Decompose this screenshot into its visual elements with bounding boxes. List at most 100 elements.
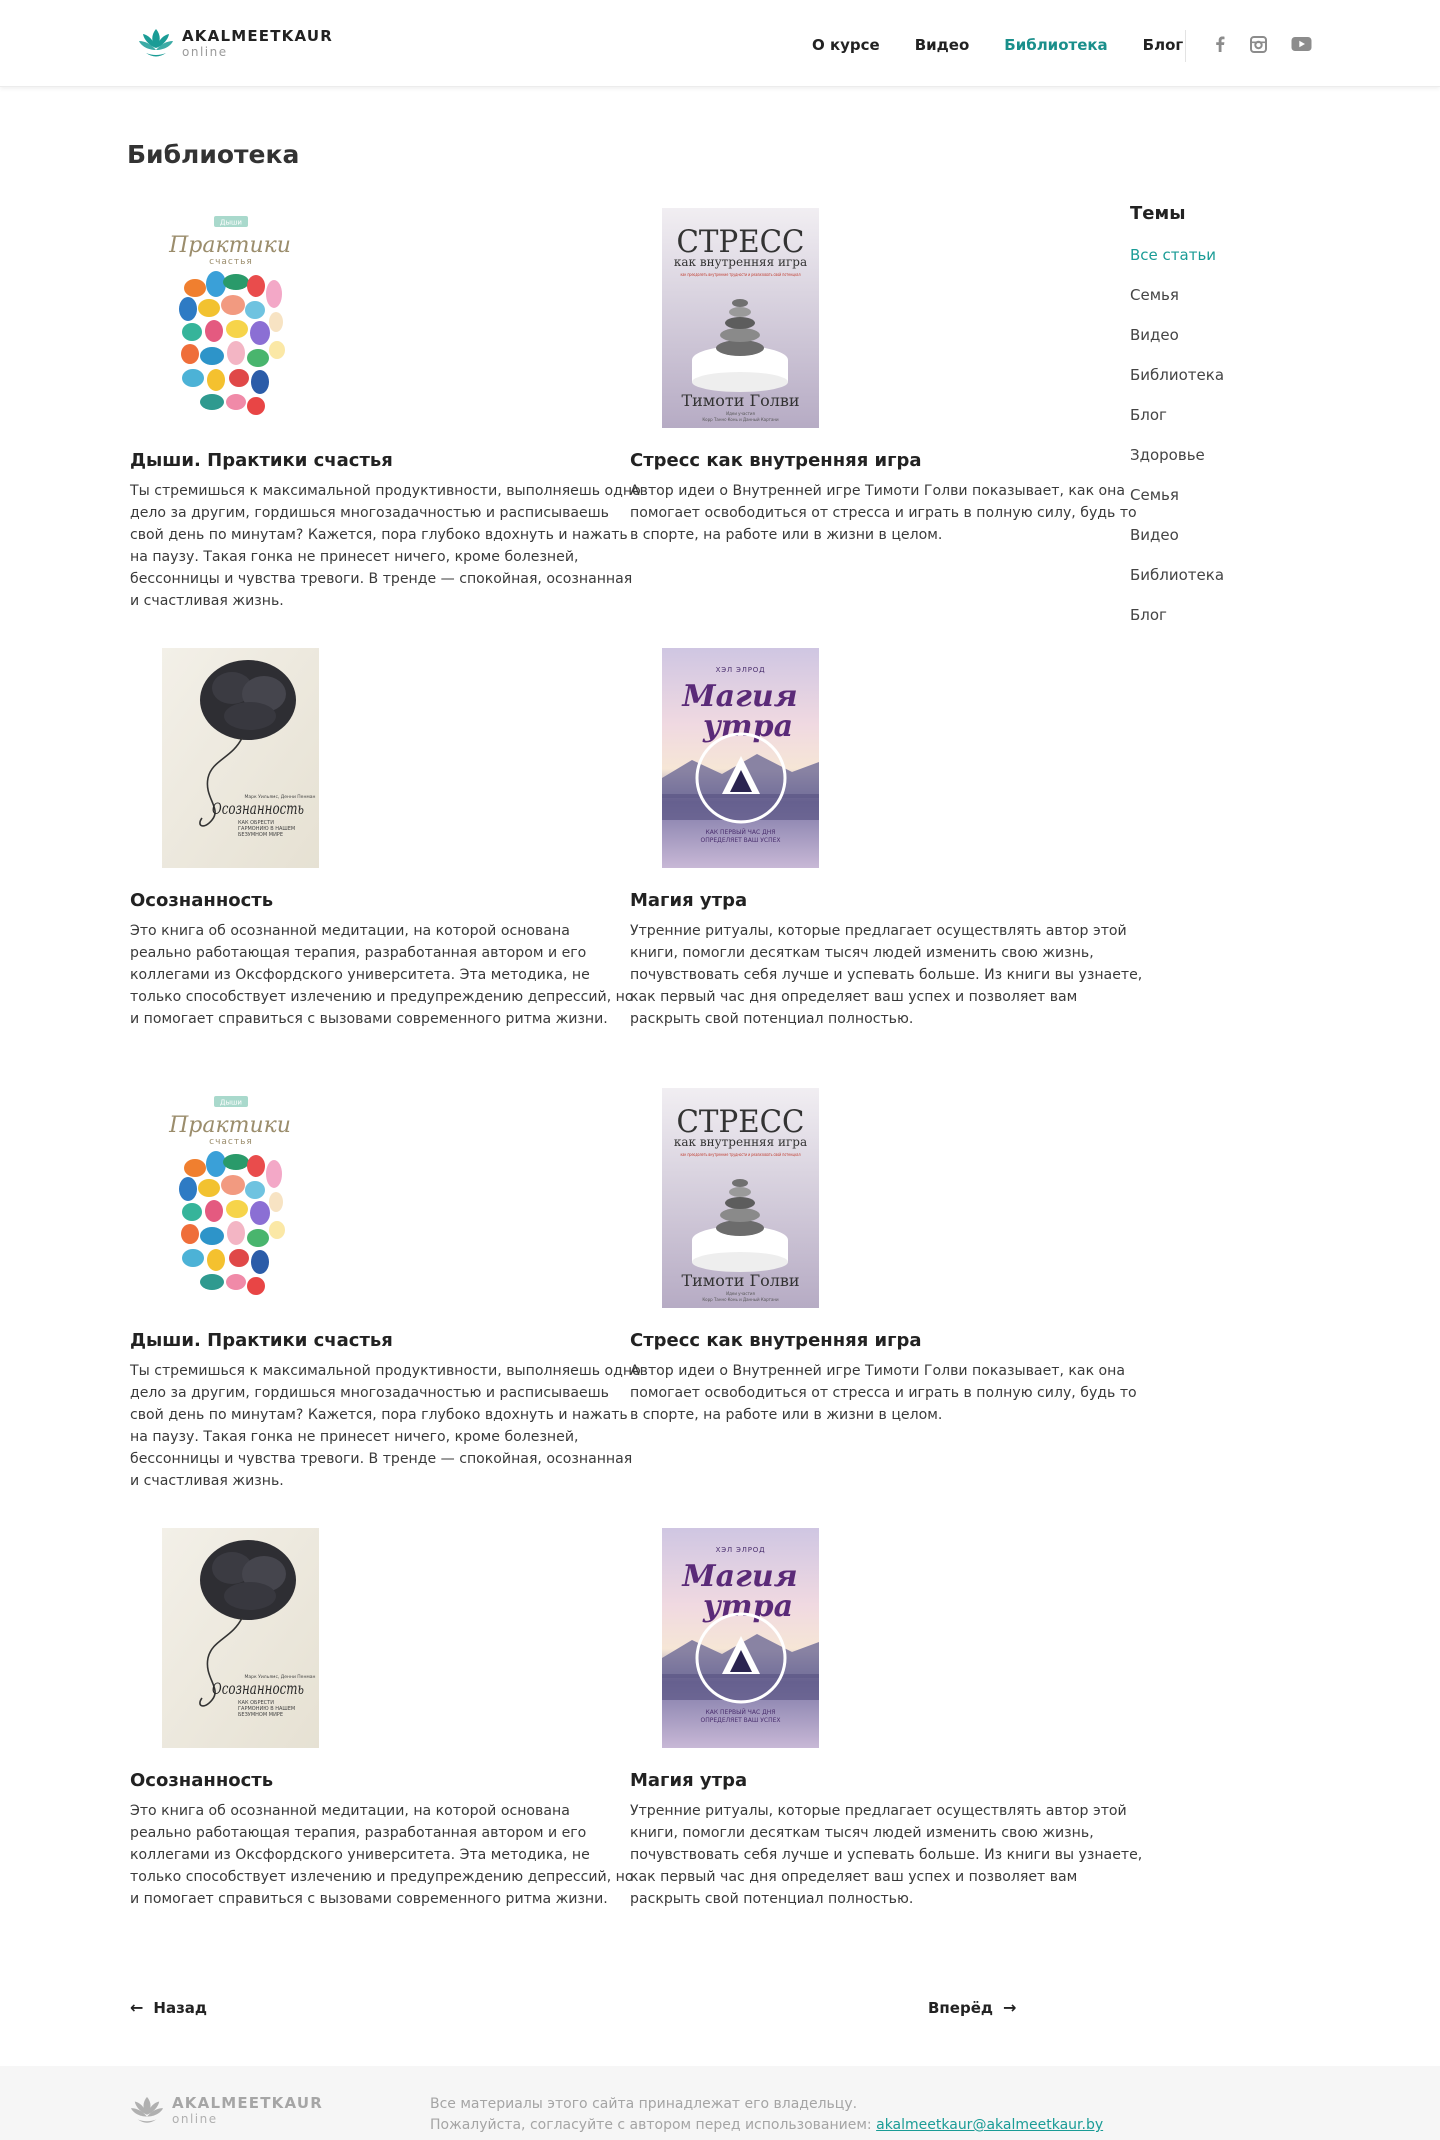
book-title[interactable]: Стресс как внутренняя игра: [630, 1330, 922, 1351]
main-nav: О курсе Видео Библиотека Блог: [812, 36, 1218, 54]
topic-item[interactable]: Видео: [1130, 326, 1179, 344]
book-description-line: свой день по минутам? Кажется, пора глуб…: [130, 1407, 628, 1423]
book-description-line: Утренние ритуалы, которые предлагает осу…: [630, 923, 1127, 939]
book-description: Это книга об осознанной медитации, на ко…: [130, 920, 634, 1030]
footer-email-link[interactable]: akalmeetkaur@akalmeetkaur.by: [876, 2117, 1103, 2133]
facebook-icon[interactable]: [1212, 36, 1228, 52]
cover-magiya-subtitle-2: ОПРЕДЕЛЯЕТ ВАШ УСПЕХ: [701, 837, 781, 844]
book-title[interactable]: Дыши. Практики счастья: [130, 1330, 393, 1351]
topic-item[interactable]: Здоровье: [1130, 446, 1205, 464]
book-description-line: и помогает справиться с вызовами совреме…: [130, 1891, 608, 1907]
nav-blog[interactable]: Блог: [1143, 36, 1184, 54]
cover-praktiki-subtitle: счастья: [209, 257, 253, 267]
topic-item[interactable]: Семья: [1130, 286, 1179, 304]
nav-about[interactable]: О курсе: [812, 36, 880, 54]
book-description-line: как первый час дня определяет ваш успех …: [630, 989, 1078, 1005]
cover-art-magiya: ХЭЛ ЭЛРОД Магия утра КАК ПЕРВЫЙ ЧАС ДНЯ …: [662, 648, 819, 868]
book-description-line: и помогает справиться с вызовами совреме…: [130, 1011, 608, 1027]
topic-item[interactable]: Библиотека: [1130, 566, 1224, 584]
book-title[interactable]: Осознанность: [130, 1770, 273, 1791]
book-description-line: книги, помогли десяткам тысяч людей изме…: [630, 1825, 1094, 1841]
cover-stress-tagline: как преодолеть внутренние трудности и ре…: [681, 272, 801, 277]
cover-praktiki-subtitle: счастья: [209, 1137, 253, 1147]
book-description-line: раскрыть свой потенциал полностью.: [630, 1011, 914, 1027]
book-title[interactable]: Стресс как внутренняя игра: [630, 450, 922, 471]
book-title[interactable]: Магия утра: [630, 1770, 747, 1791]
book-title[interactable]: Дыши. Практики счастья: [130, 450, 393, 471]
cover-osoznannost-subtitle: как обрести гармонию в нашем безумном ми…: [238, 820, 296, 838]
nav-divider: [1185, 30, 1186, 62]
footer-copyright: Все материалы этого сайта принадлежат ег…: [430, 2094, 1103, 2136]
book-description: Ты стремишься к максимальной продуктивно…: [130, 480, 641, 612]
footer-logo-name: AKALMEETKAUR: [172, 2093, 323, 2112]
logo-name: AKALMEETKAUR: [182, 26, 333, 45]
book-cover-magiya[interactable]: ХЭЛ ЭЛРОД Магия утра КАК ПЕРВЫЙ ЧАС ДНЯ …: [662, 1528, 819, 1748]
topic-item[interactable]: Библиотека: [1130, 366, 1224, 384]
cover-magiya-title-2: утра: [702, 709, 793, 744]
book-description-line: помогает освободиться от стресса и играт…: [630, 505, 1137, 521]
book-description-line: почувствовать себя лучше и успевать боль…: [630, 967, 1143, 983]
topic-item[interactable]: Видео: [1130, 526, 1179, 544]
site-header: AKALMEETKAUR online О курсе Видео Библио…: [0, 0, 1440, 87]
book-cover-praktiki[interactable]: Дыши Практики счастья: [152, 1088, 309, 1308]
footer-line-2: Пожалуйста, согласуйте с автором перед и…: [430, 2115, 1103, 2136]
topics-title: Темы: [1130, 203, 1186, 224]
footer-logo[interactable]: AKALMEETKAUR online: [130, 2094, 323, 2126]
topic-item[interactable]: Все статьи: [1130, 246, 1216, 264]
cover-magiya-author: ХЭЛ ЭЛРОД: [716, 1546, 766, 1554]
book-description-line: как первый час дня определяет ваш успех …: [630, 1869, 1078, 1885]
book-description-line: Утренние ритуалы, которые предлагает осу…: [630, 1803, 1127, 1819]
instagram-icon[interactable]: [1249, 36, 1267, 53]
cover-stress-tagline: как преодолеть внутренние трудности и ре…: [681, 1152, 801, 1157]
cover-magiya-author: ХЭЛ ЭЛРОД: [716, 666, 766, 674]
book-description-line: Это книга об осознанной медитации, на ко…: [130, 1803, 570, 1819]
book-title[interactable]: Магия утра: [630, 890, 747, 911]
cover-stress-credit2: Корр Таннс·Конь и Данный Картани: [702, 1297, 779, 1302]
cover-osoznannost-subtitle: как обрести гармонию в нашем безумном ми…: [238, 1700, 296, 1718]
cover-stress-author: Тимоти Голви: [681, 1271, 799, 1290]
book-description-line: свой день по минутам? Кажется, пора глуб…: [130, 527, 628, 543]
book-cover-osoznannost[interactable]: Марк Уильямс, Денни Пенман Осознанность …: [162, 648, 319, 868]
book-description-line: и счастливая жизнь.: [130, 593, 284, 609]
book-cover-praktiki[interactable]: Дыши Практики счастья: [152, 208, 309, 428]
book-description-line: книги, помогли десяткам тысяч людей изме…: [630, 945, 1094, 961]
cover-art-stress: СТРЕСС как внутренняя игра как преодолет…: [662, 208, 819, 428]
nav-library[interactable]: Библиотека: [1004, 36, 1107, 54]
book-description-line: только способствует излечению и предупре…: [130, 989, 634, 1005]
book-description-line: в спорте, на работе или в жизни в целом.: [630, 1407, 943, 1423]
topic-item[interactable]: Блог: [1130, 606, 1167, 624]
book-description-line: дело за другим, гордишься многозадачност…: [130, 505, 609, 521]
cover-art-osoznannost: Марк Уильямс, Денни Пенман Осознанность …: [162, 648, 319, 868]
cover-art-praktiki: Дыши Практики счастья: [152, 1088, 309, 1308]
book-cover-stress[interactable]: СТРЕСС как внутренняя игра как преодолет…: [662, 208, 819, 428]
book-title[interactable]: Осознанность: [130, 890, 273, 911]
book-cover-magiya[interactable]: ХЭЛ ЭЛРОД Магия утра КАК ПЕРВЫЙ ЧАС ДНЯ …: [662, 648, 819, 868]
nav-video[interactable]: Видео: [915, 36, 970, 54]
next-page-button[interactable]: Вперёд →: [928, 1998, 1016, 2017]
book-description-line: раскрыть свой потенциал полностью.: [630, 1891, 914, 1907]
topic-item[interactable]: Семья: [1130, 486, 1179, 504]
cover-praktiki-title: Практики: [168, 1113, 291, 1138]
cover-praktiki-title: Практики: [168, 233, 291, 258]
cover-magiya-subtitle-1: КАК ПЕРВЫЙ ЧАС ДНЯ: [706, 829, 776, 836]
book-description-line: почувствовать себя лучше и успевать боль…: [630, 1847, 1143, 1863]
book-description-line: помогает освободиться от стресса и играт…: [630, 1385, 1137, 1401]
book-description-line: в спорте, на работе или в жизни в целом.: [630, 527, 943, 543]
cover-osoznannost-title: Осознанность: [212, 799, 304, 818]
cover-art-praktiki: Дыши Практики счастья: [152, 208, 309, 428]
cover-stress-author: Тимоти Голви: [681, 391, 799, 410]
book-description: Это книга об осознанной медитации, на ко…: [130, 1800, 634, 1910]
cover-magiya-title-2: утра: [702, 1589, 793, 1624]
book-description: Ты стремишься к максимальной продуктивно…: [130, 1360, 641, 1492]
site-logo[interactable]: AKALMEETKAUR online: [138, 26, 333, 60]
cover-magiya-subtitle-1: КАК ПЕРВЫЙ ЧАС ДНЯ: [706, 1709, 776, 1716]
topic-item[interactable]: Блог: [1130, 406, 1167, 424]
prev-page-button[interactable]: ← Назад: [130, 1998, 207, 2017]
book-cover-osoznannost[interactable]: Марк Уильямс, Денни Пенман Осознанность …: [162, 1528, 319, 1748]
cover-stress-credit2: Корр Таннс·Конь и Данный Картани: [702, 417, 779, 422]
cover-stress-subtitle: как внутренняя игра: [674, 255, 807, 269]
book-description-line: Ты стремишься к максимальной продуктивно…: [130, 1363, 641, 1379]
site-footer: AKALMEETKAUR online Все материалы этого …: [0, 2066, 1440, 2140]
youtube-icon[interactable]: [1290, 36, 1312, 52]
book-cover-stress[interactable]: СТРЕСС как внутренняя игра как преодолет…: [662, 1088, 819, 1308]
